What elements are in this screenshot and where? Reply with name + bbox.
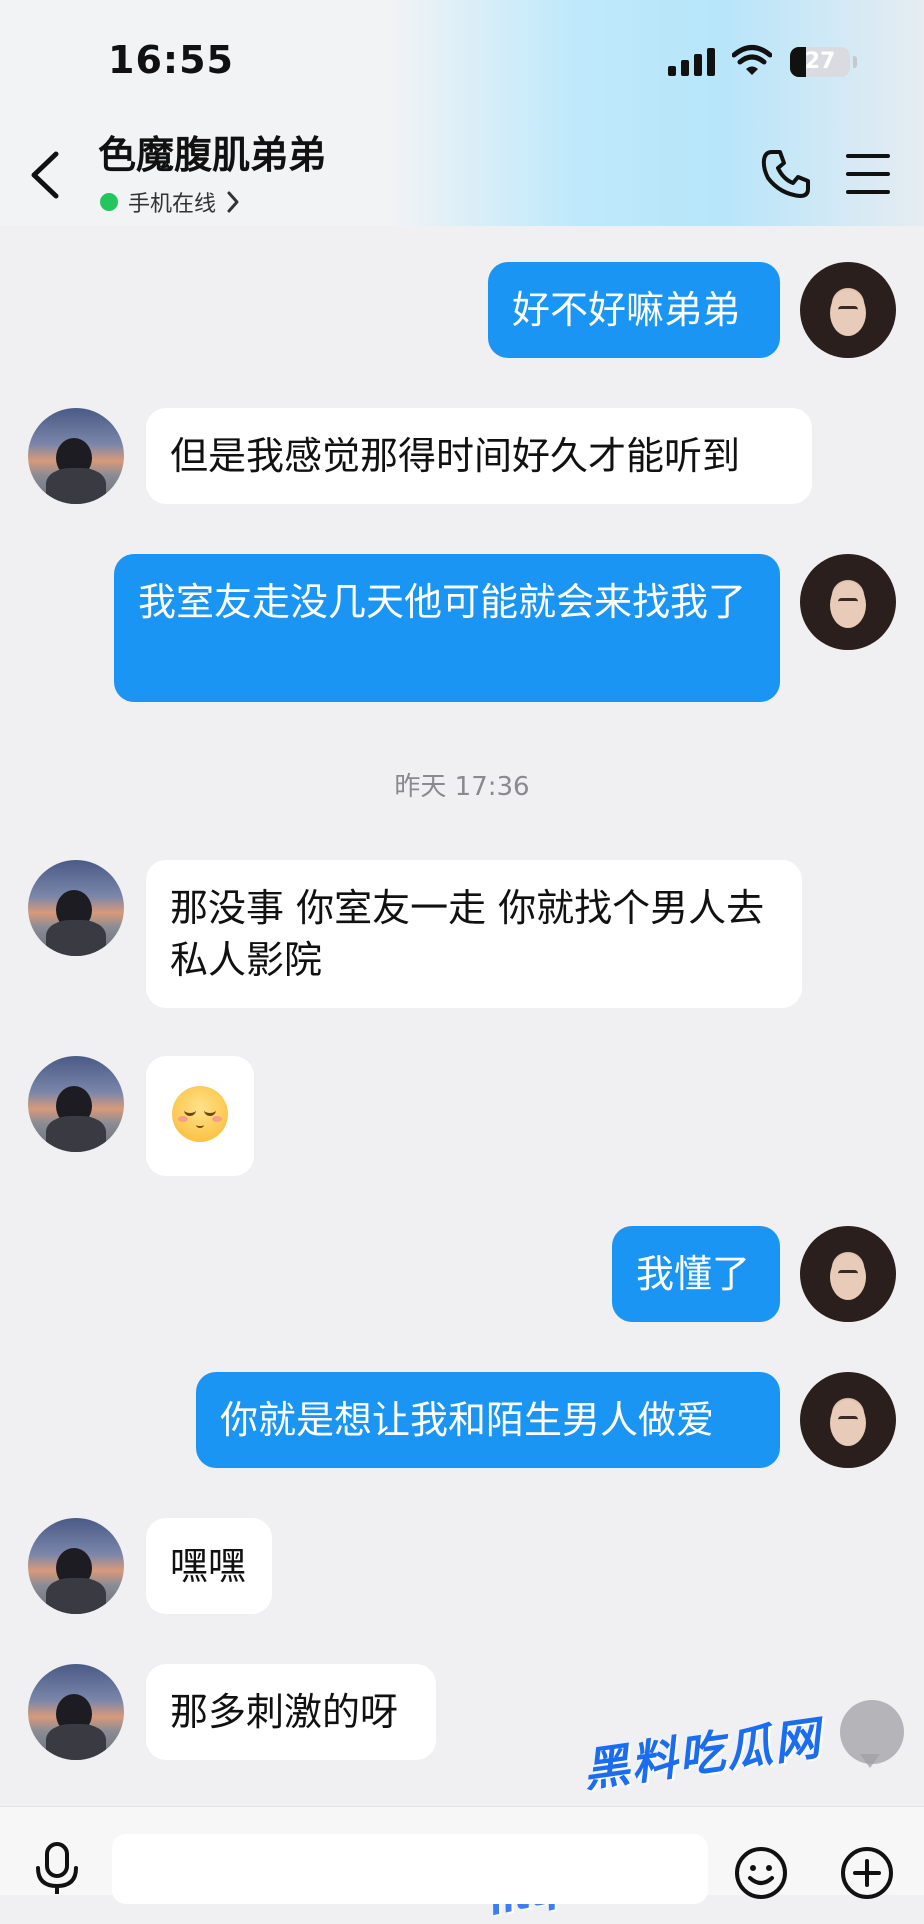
battery-icon: 27: [790, 47, 850, 77]
online-status-label: 手机在线: [128, 192, 217, 217]
microphone-icon[interactable]: [32, 1842, 82, 1894]
message-bubble-outgoing[interactable]: 好不好嘛弟弟: [488, 262, 780, 358]
self-avatar[interactable]: [800, 554, 896, 650]
menu-button[interactable]: [846, 154, 890, 194]
online-status-dot: [100, 193, 118, 211]
plus-icon[interactable]: [840, 1846, 894, 1900]
contact-avatar[interactable]: [28, 1664, 124, 1760]
back-button[interactable]: [20, 145, 70, 205]
battery-percent: 27: [804, 49, 836, 74]
wifi-icon: [732, 45, 772, 75]
contact-avatar[interactable]: [28, 860, 124, 956]
cellular-signal-icon: [668, 46, 715, 76]
contact-name[interactable]: 色魔腹肌弟弟: [98, 124, 326, 179]
message-bubble-incoming-emoji[interactable]: [146, 1056, 254, 1176]
message-bubble-incoming[interactable]: 那没事 你室友一走 你就找个男人去私人影院: [146, 860, 802, 1008]
self-avatar[interactable]: [800, 262, 896, 358]
menu-icon-line: [846, 172, 890, 176]
phone-call-icon[interactable]: [760, 148, 812, 200]
message-bubble-incoming[interactable]: 嘿嘿: [146, 1518, 272, 1614]
message-bubble-outgoing[interactable]: 我懂了: [612, 1226, 780, 1322]
blushing-smile-emoji-icon: [172, 1086, 228, 1142]
self-avatar[interactable]: [800, 1372, 896, 1468]
menu-icon-line: [846, 190, 890, 194]
chevron-right-icon: [227, 191, 239, 213]
chevron-left-icon: [31, 151, 59, 199]
emoji-icon[interactable]: [734, 1846, 788, 1900]
message-bubble-outgoing[interactable]: 我室友走没几天他可能就会来找我了: [114, 554, 780, 702]
message-bubble-incoming[interactable]: 那多刺激的呀: [146, 1664, 436, 1760]
status-time: 16:55: [108, 38, 234, 82]
contact-avatar[interactable]: [28, 408, 124, 504]
contact-avatar[interactable]: [28, 1518, 124, 1614]
message-bubble-incoming[interactable]: 但是我感觉那得时间好久才能听到: [146, 408, 812, 504]
message-bubble-outgoing[interactable]: 你就是想让我和陌生男人做爱: [196, 1372, 780, 1468]
contact-avatar[interactable]: [28, 1056, 124, 1152]
self-avatar[interactable]: [800, 1226, 896, 1322]
menu-icon-line: [846, 154, 890, 158]
battery-cap: [853, 56, 857, 68]
timestamp-divider: 昨天 17:36: [394, 772, 530, 802]
contact-status[interactable]: 手机在线: [100, 186, 240, 218]
